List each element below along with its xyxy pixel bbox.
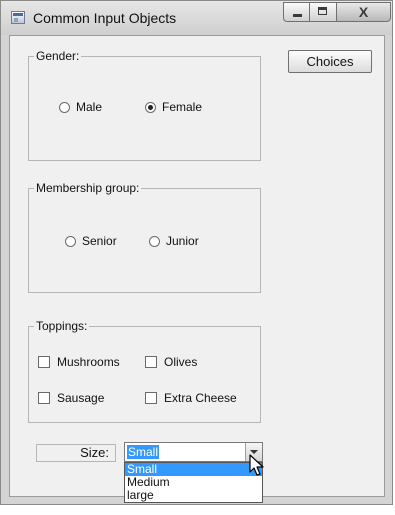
radio-female-button[interactable] <box>145 101 156 113</box>
checkbox-mushrooms-box[interactable] <box>38 356 50 368</box>
checkbox-mushrooms[interactable]: Mushrooms <box>38 355 120 369</box>
size-dropdown-list: Small Medium large <box>124 462 263 503</box>
size-combobox[interactable]: Small <box>124 442 263 462</box>
checkbox-sausage-box[interactable] <box>38 392 50 404</box>
radio-senior-button[interactable] <box>65 235 76 247</box>
checkbox-mushrooms-label: Mushrooms <box>57 355 120 369</box>
membership-group-title: Membership group: <box>34 181 142 195</box>
checkbox-extra-cheese[interactable]: Extra Cheese <box>145 391 237 405</box>
window-title: Common Input Objects <box>33 10 177 26</box>
close-button[interactable]: X <box>337 2 391 22</box>
radio-male-button[interactable] <box>59 101 70 113</box>
form-client-area: Gender: Male Female Membership group: Se… <box>9 35 385 503</box>
checkbox-extra-cheese-label: Extra Cheese <box>164 391 237 405</box>
gender-group-title: Gender: <box>34 49 82 63</box>
radio-senior[interactable]: Senior <box>65 234 117 248</box>
caption-buttons: X <box>283 2 391 22</box>
radio-female[interactable]: Female <box>145 100 202 114</box>
radio-male-label: Male <box>76 100 103 114</box>
toppings-group-title: Toppings: <box>34 319 90 333</box>
radio-senior-label: Senior <box>82 234 117 248</box>
maximize-icon <box>318 7 327 15</box>
size-label: Size: <box>36 444 116 462</box>
app-window: Common Input Objects X Gender: Male Fema… <box>0 0 393 505</box>
checkbox-extra-cheese-box[interactable] <box>145 392 157 404</box>
checkbox-olives[interactable]: Olives <box>145 355 197 369</box>
size-option-large[interactable]: large <box>125 489 262 502</box>
radio-female-label: Female <box>162 100 203 114</box>
radio-junior-label: Junior <box>166 234 199 248</box>
close-icon: X <box>358 4 369 20</box>
checkbox-sausage-label: Sausage <box>57 391 105 405</box>
title-bar[interactable]: Common Input Objects X <box>1 1 392 35</box>
mouse-cursor-icon <box>249 454 264 476</box>
size-selected-value: Small <box>127 445 160 459</box>
maximize-button[interactable] <box>310 2 337 22</box>
minimize-button[interactable] <box>283 2 310 22</box>
radio-male[interactable]: Male <box>59 100 102 114</box>
toppings-groupbox: Toppings: Mushrooms Olives Sausage Extra… <box>28 319 261 423</box>
gender-groupbox: Gender: Male Female <box>28 49 261 161</box>
app-icon[interactable] <box>11 11 25 24</box>
radio-junior-button[interactable] <box>149 235 160 247</box>
minimize-icon <box>293 14 302 17</box>
choices-button[interactable]: Choices <box>288 50 372 73</box>
checkbox-sausage[interactable]: Sausage <box>38 391 104 405</box>
checkbox-olives-box[interactable] <box>145 356 157 368</box>
radio-junior[interactable]: Junior <box>149 234 199 248</box>
membership-groupbox: Membership group: Senior Junior <box>28 181 261 293</box>
checkbox-olives-label: Olives <box>164 355 198 369</box>
